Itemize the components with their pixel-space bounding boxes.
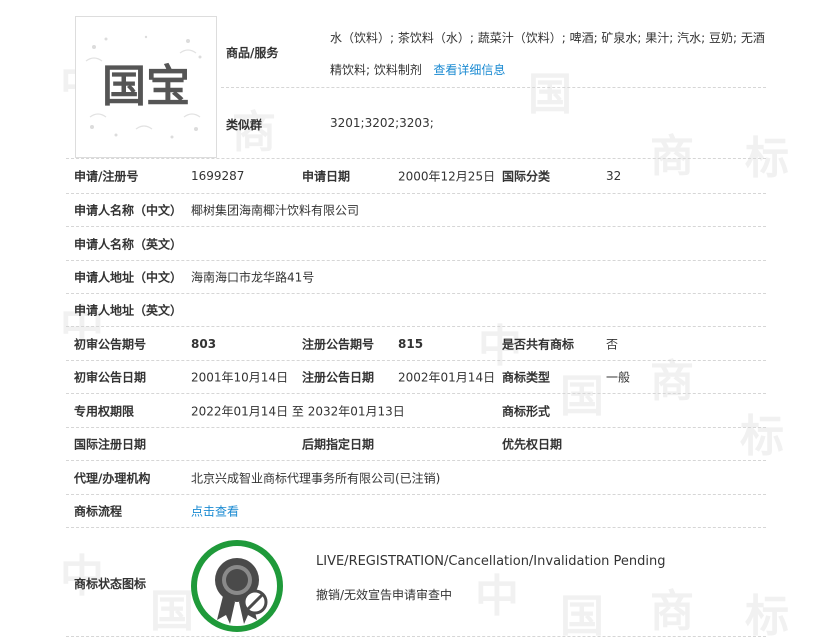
priority-date-label: 优先权日期 [502, 437, 563, 452]
trademark-logo-graphic: 国宝 [76, 17, 216, 157]
registration-announcement-number-label: 注册公告期号 [302, 337, 375, 351]
row-applicant-name-cn: 申请人名称（中文） 椰树集团海南椰汁饮料有限公司 [66, 193, 766, 226]
preliminary-date-label: 初审公告日期 [74, 370, 147, 385]
divider [221, 87, 766, 88]
shared-trademark-value: 否 [606, 337, 619, 351]
goods-services-value: 水（饮料）; 茶饮料（水）; 蔬菜汁（饮料）; 啤酒; 矿泉水; 果汁; 汽水;… [330, 22, 766, 86]
row-announcement-number: 初审公告期号 803 注册公告期号 815 是否共有商标 否 [66, 326, 766, 360]
goods-services-label: 商品/服务 [226, 46, 279, 60]
registration-announcement-date-label: 注册公告日期 [302, 370, 375, 385]
trademark-type-value: 一般 [606, 370, 631, 385]
registration-number-label: 申请/注册号 [74, 169, 139, 184]
row-applicant-address-en: 申请人地址（英文） [66, 293, 766, 326]
trademark-detail: 国宝 商品/服务 水（饮料）; 茶饮料（水）; 蔬菜汁（饮料）; 啤酒; 矿泉水… [66, 0, 766, 637]
row-trademark-status: 商标状态图标 LIVE/REGISTRATION/Cancellation/In… [66, 527, 766, 637]
trademark-flow-label: 商标流程 [74, 504, 123, 519]
applicant-address-en-label: 申请人地址（英文） [74, 303, 183, 318]
row-registration-number: 申请/注册号 1699287 申请日期 2000年12月25日 国际分类 32 [66, 158, 766, 193]
similar-group-value: 3201;3202;3203; [330, 116, 434, 130]
preliminary-number-value: 803 [191, 336, 217, 351]
agent-label: 代理/办理机构 [74, 471, 151, 485]
status-chinese: 撤销/无效宣告申请审查中 [316, 588, 453, 602]
award-ribbon-prohibited-icon [189, 538, 285, 637]
application-date-label: 申请日期 [302, 169, 351, 184]
international-class-value: 32 [606, 169, 622, 183]
registration-announcement-number-value: 815 [398, 336, 424, 351]
trademark-form-label: 商标形式 [502, 404, 551, 418]
trademark-summary: 国宝 商品/服务 水（饮料）; 茶饮料（水）; 蔬菜汁（饮料）; 啤酒; 矿泉水… [66, 0, 766, 158]
international-registration-date-label: 国际注册日期 [74, 437, 147, 452]
applicant-address-cn-value: 海南海口市龙华路41号 [191, 270, 315, 285]
applicant-name-cn-label: 申请人名称（中文） [74, 203, 183, 218]
applicant-address-cn-label: 申请人地址（中文） [74, 270, 183, 285]
status-english: LIVE/REGISTRATION/Cancellation/Invalidat… [316, 554, 666, 569]
trademark-image[interactable]: 国宝 [75, 16, 217, 158]
application-date-value: 2000年12月25日 [398, 169, 496, 184]
row-trademark-flow: 商标流程 点击查看 [66, 494, 766, 527]
shared-trademark-label: 是否共有商标 [502, 337, 575, 351]
view-details-link[interactable]: 查看详细信息 [433, 63, 505, 77]
row-exclusive-period: 专用权期限 2022年01月14日 至 2032年01月13日 商标形式 [66, 393, 766, 427]
row-agent: 代理/办理机构 北京兴成智业商标代理事务所有限公司(已注销) [66, 460, 766, 494]
international-class-label: 国际分类 [502, 169, 551, 184]
view-flow-link[interactable]: 点击查看 [191, 503, 239, 520]
later-designation-date-label: 后期指定日期 [302, 437, 375, 452]
registration-number-value: 1699287 [191, 169, 245, 183]
preliminary-number-label: 初审公告期号 [74, 337, 147, 351]
exclusive-period-label: 专用权期限 [74, 404, 135, 418]
row-applicant-name-en: 申请人名称（英文） [66, 226, 766, 260]
trademark-status-label: 商标状态图标 [74, 577, 147, 591]
row-applicant-address-cn: 申请人地址（中文） 海南海口市龙华路41号 [66, 260, 766, 293]
registration-announcement-date-value: 2002年01月14日 [398, 370, 496, 385]
preliminary-date-value: 2001年10月14日 [191, 370, 289, 385]
applicant-name-en-label: 申请人名称（英文） [74, 237, 183, 251]
agent-value: 北京兴成智业商标代理事务所有限公司(已注销) [191, 471, 441, 485]
similar-group-label: 类似群 [226, 118, 263, 132]
row-announcement-date: 初审公告日期 2001年10月14日 注册公告日期 2002年01月14日 商标… [66, 360, 766, 393]
exclusive-period-value: 2022年01月14日 至 2032年01月13日 [191, 404, 405, 418]
trademark-logo-text: 国宝 [102, 61, 190, 112]
row-international-dates: 国际注册日期 后期指定日期 优先权日期 [66, 427, 766, 460]
applicant-name-cn-value: 椰树集团海南椰汁饮料有限公司 [191, 203, 360, 218]
goods-services-text: 水（饮料）; 茶饮料（水）; 蔬菜汁（饮料）; 啤酒; 矿泉水; 果汁; 汽水;… [330, 31, 765, 77]
trademark-type-label: 商标类型 [502, 370, 551, 385]
